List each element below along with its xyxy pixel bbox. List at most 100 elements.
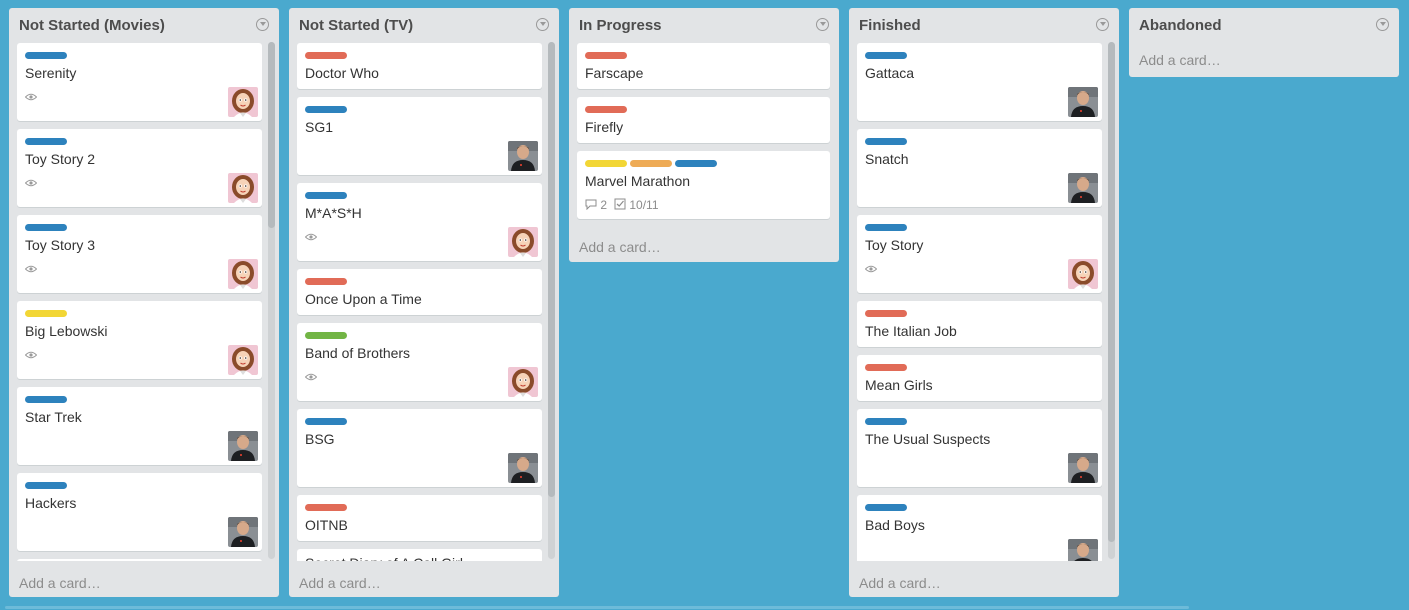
card[interactable]: Toy Story 3 bbox=[17, 215, 262, 293]
label-blue bbox=[25, 138, 67, 145]
label-blue bbox=[305, 418, 347, 425]
board: Not Started (Movies) Serenity Toy Story … bbox=[0, 0, 1409, 610]
card-labels bbox=[25, 224, 70, 231]
watching-eye-icon bbox=[24, 348, 38, 359]
card-badges bbox=[24, 347, 38, 361]
card-labels bbox=[585, 106, 630, 113]
card[interactable]: Serenity bbox=[17, 43, 262, 121]
card-badges bbox=[24, 89, 38, 103]
add-card-button[interactable]: Add a card… bbox=[289, 567, 559, 597]
member-avatar[interactable] bbox=[228, 345, 258, 375]
list-header: Abandoned bbox=[1129, 8, 1399, 42]
list-menu-icon[interactable] bbox=[256, 18, 269, 31]
card-list: Gattaca Snatch Toy Story The Italian Job… bbox=[849, 42, 1119, 561]
board-horizontal-scrollbar[interactable] bbox=[5, 606, 1189, 609]
card[interactable]: Bad Boys bbox=[857, 495, 1102, 561]
label-blue bbox=[675, 160, 717, 167]
card-title: Big Lebowski bbox=[25, 323, 108, 339]
card-title: Mean Girls bbox=[865, 377, 933, 393]
label-green bbox=[305, 332, 347, 339]
member-avatar[interactable] bbox=[508, 367, 538, 397]
card-labels bbox=[305, 418, 350, 425]
list-not-started-tv: Not Started (TV) Doctor Who SG1 M*A*S*H … bbox=[289, 8, 559, 597]
card-labels bbox=[865, 504, 910, 511]
card[interactable]: Marvel Marathon 2 10/11 bbox=[577, 151, 830, 219]
card[interactable]: Gattaca bbox=[857, 43, 1102, 121]
card-partial[interactable]: Secret Diary of A Call Girl bbox=[297, 549, 542, 561]
list-header: Not Started (TV) bbox=[289, 8, 559, 42]
list-header: Finished bbox=[849, 8, 1119, 42]
card[interactable]: The Italian Job bbox=[857, 301, 1102, 347]
card[interactable]: Toy Story bbox=[857, 215, 1102, 293]
member-avatar[interactable] bbox=[228, 87, 258, 117]
member-avatar[interactable] bbox=[228, 259, 258, 289]
list-menu-icon[interactable] bbox=[536, 18, 549, 31]
card-title: Secret Diary of A Call Girl bbox=[305, 555, 463, 561]
member-avatar[interactable] bbox=[508, 453, 538, 483]
add-card-button[interactable]: Add a card… bbox=[9, 567, 279, 597]
label-blue bbox=[865, 504, 907, 511]
card-labels bbox=[865, 52, 910, 59]
card[interactable]: Big Lebowski bbox=[17, 301, 262, 379]
add-card-button[interactable]: Add a card… bbox=[1129, 50, 1399, 77]
card[interactable]: OITNB bbox=[297, 495, 542, 541]
card-title: BSG bbox=[305, 431, 335, 447]
label-blue bbox=[865, 418, 907, 425]
scrollbar[interactable] bbox=[548, 42, 555, 559]
list-menu-icon[interactable] bbox=[1096, 18, 1109, 31]
watching-eye-icon bbox=[24, 176, 38, 187]
member-avatar[interactable] bbox=[228, 431, 258, 461]
label-red bbox=[305, 504, 347, 511]
card-title: Serenity bbox=[25, 65, 77, 81]
member-avatar[interactable] bbox=[228, 517, 258, 547]
member-avatar[interactable] bbox=[1068, 453, 1098, 483]
card[interactable]: Farscape bbox=[577, 43, 830, 89]
card[interactable]: Snatch bbox=[857, 129, 1102, 207]
list-menu-icon[interactable] bbox=[816, 18, 829, 31]
list-in-progress: In Progress Farscape Firefly Marvel Mara… bbox=[569, 8, 839, 262]
member-avatar[interactable] bbox=[1068, 259, 1098, 289]
card[interactable]: M*A*S*H bbox=[297, 183, 542, 261]
member-avatar[interactable] bbox=[228, 173, 258, 203]
label-red bbox=[585, 52, 627, 59]
card[interactable]: Band of Brothers bbox=[297, 323, 542, 401]
card-labels bbox=[25, 482, 70, 489]
member-avatar[interactable] bbox=[1068, 173, 1098, 203]
card[interactable]: Hackers bbox=[17, 473, 262, 551]
label-blue bbox=[25, 224, 67, 231]
card-labels bbox=[25, 138, 70, 145]
list-title: Finished bbox=[859, 17, 921, 34]
add-card-button[interactable]: Add a card… bbox=[569, 231, 839, 261]
member-avatar[interactable] bbox=[1068, 539, 1098, 561]
member-avatar[interactable] bbox=[508, 227, 538, 257]
card[interactable]: Star Trek bbox=[17, 387, 262, 465]
scrollbar[interactable] bbox=[1108, 42, 1115, 559]
label-blue bbox=[305, 106, 347, 113]
card-title: The Italian Job bbox=[865, 323, 957, 339]
card[interactable]: Once Upon a Time bbox=[297, 269, 542, 315]
label-blue bbox=[865, 224, 907, 231]
scrollbar-thumb[interactable] bbox=[548, 42, 555, 497]
list-menu-icon[interactable] bbox=[1376, 18, 1389, 31]
card[interactable]: Mean Girls bbox=[857, 355, 1102, 401]
scrollbar[interactable] bbox=[268, 42, 275, 559]
add-card-button[interactable]: Add a card… bbox=[849, 567, 1119, 597]
card-title: Marvel Marathon bbox=[585, 173, 691, 189]
card[interactable]: Doctor Who bbox=[297, 43, 542, 89]
member-avatar[interactable] bbox=[1068, 87, 1098, 117]
label-blue bbox=[305, 192, 347, 199]
member-avatar[interactable] bbox=[508, 141, 538, 171]
list-not-started-movies: Not Started (Movies) Serenity Toy Story … bbox=[9, 8, 279, 597]
label-blue bbox=[25, 482, 67, 489]
scrollbar-thumb[interactable] bbox=[268, 42, 275, 228]
card[interactable]: The Usual Suspects bbox=[857, 409, 1102, 487]
label-orange bbox=[630, 160, 672, 167]
card-partial[interactable] bbox=[17, 559, 262, 561]
card[interactable]: Firefly bbox=[577, 97, 830, 143]
card[interactable]: BSG bbox=[297, 409, 542, 487]
card[interactable]: SG1 bbox=[297, 97, 542, 175]
scrollbar-thumb[interactable] bbox=[1108, 42, 1115, 542]
card-labels bbox=[305, 106, 350, 113]
card[interactable]: Toy Story 2 bbox=[17, 129, 262, 207]
list-title: In Progress bbox=[579, 17, 662, 34]
